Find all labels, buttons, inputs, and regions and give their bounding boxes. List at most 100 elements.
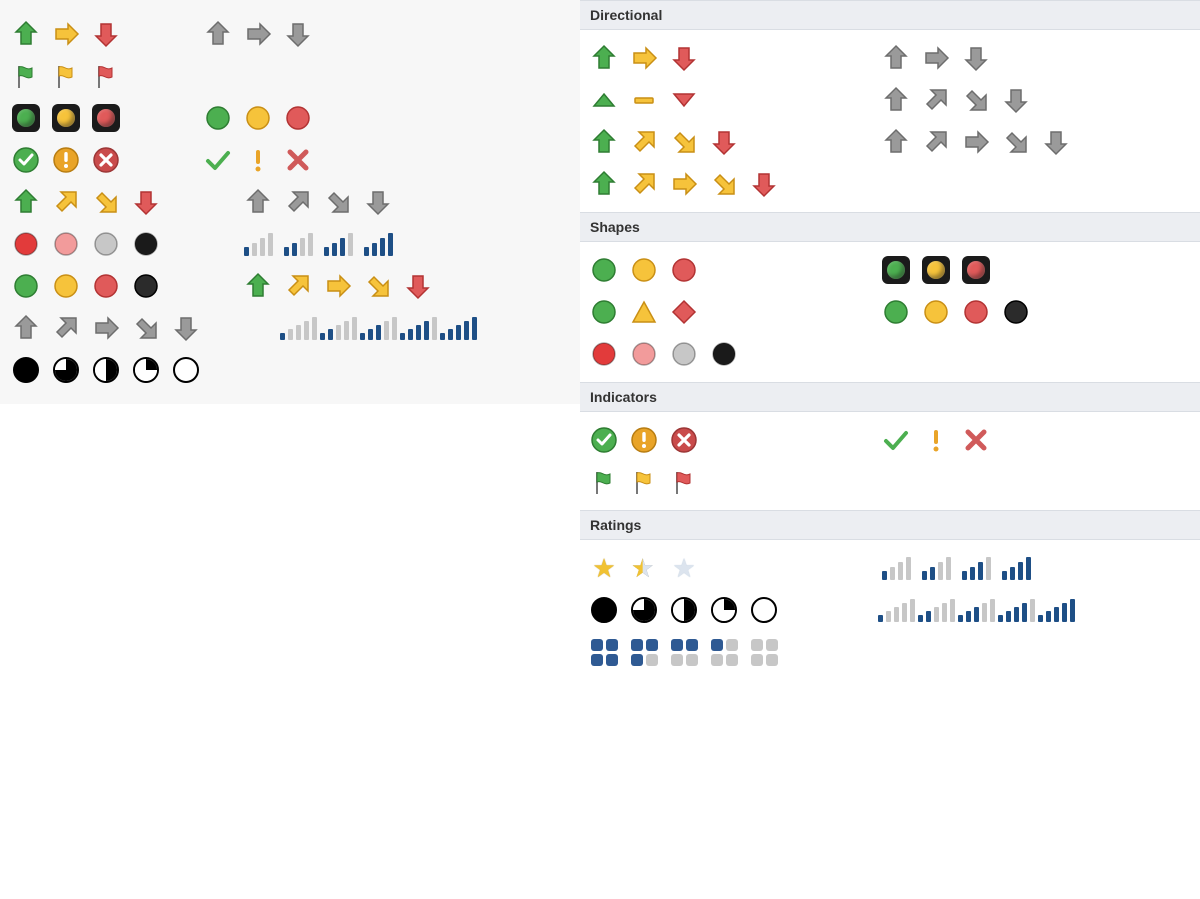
bars5-1-icon[interactable] [922, 596, 950, 624]
circle-green-icon[interactable] [12, 272, 40, 300]
arrow-right-yellow-icon[interactable] [630, 44, 658, 72]
icon-set[interactable] [882, 44, 990, 72]
bars5-2-icon[interactable] [364, 314, 392, 342]
traffic-green-icon[interactable] [12, 104, 40, 132]
triangle-yellow-icon[interactable] [630, 298, 658, 326]
icon-set[interactable] [590, 638, 778, 666]
circle-green-icon[interactable] [882, 298, 910, 326]
box4-1-icon[interactable] [710, 638, 738, 666]
symbol-check-circled-icon[interactable] [590, 426, 618, 454]
icon-set[interactable] [12, 62, 120, 90]
arrow-downright-yellow-icon[interactable] [710, 170, 738, 198]
icon-set[interactable] [12, 314, 200, 342]
bars5-3-icon[interactable] [1002, 596, 1030, 624]
pie-75-icon[interactable] [630, 596, 658, 624]
bars5-2-icon[interactable] [962, 596, 990, 624]
icon-set[interactable] [204, 146, 312, 174]
arrow-down-gray-icon[interactable] [1002, 86, 1030, 114]
pie-100-icon[interactable] [590, 596, 618, 624]
icon-set[interactable] [882, 596, 1070, 624]
icon-set[interactable] [590, 298, 698, 326]
traffic-green-icon[interactable] [882, 256, 910, 284]
arrow-right-gray-icon[interactable] [92, 314, 120, 342]
circle-green-icon[interactable] [590, 256, 618, 284]
arrow-upright-yellow-icon[interactable] [630, 128, 658, 156]
icon-set[interactable] [284, 314, 472, 342]
icon-set[interactable] [244, 230, 392, 258]
icon-set[interactable] [590, 44, 698, 72]
icon-set[interactable] [882, 426, 990, 454]
bars4-4-icon[interactable] [1002, 554, 1030, 582]
icon-set[interactable] [12, 104, 120, 132]
box4-2-icon[interactable] [670, 638, 698, 666]
arrow-upright-gray-icon[interactable] [922, 86, 950, 114]
pie-75-icon[interactable] [52, 356, 80, 384]
circle-red-icon[interactable] [670, 256, 698, 284]
icon-set[interactable] [244, 188, 392, 216]
symbol-exclaim-circled-icon[interactable] [630, 426, 658, 454]
icon-set[interactable] [590, 426, 698, 454]
traffic-red-icon[interactable] [962, 256, 990, 284]
pie-100-icon[interactable] [12, 356, 40, 384]
dash-yellow-icon[interactable] [630, 86, 658, 114]
flag-yellow-icon[interactable] [52, 62, 80, 90]
bars4-1-icon[interactable] [244, 230, 272, 258]
tri-up-green-icon[interactable] [590, 86, 618, 114]
arrow-upright-yellow-icon[interactable] [284, 272, 312, 300]
icon-set[interactable] [590, 256, 698, 284]
icon-set[interactable] [590, 468, 698, 496]
traffic-yellow-icon[interactable] [922, 256, 950, 284]
flag-red-icon[interactable] [670, 468, 698, 496]
bars4-3-icon[interactable] [962, 554, 990, 582]
bars5-3-icon[interactable] [404, 314, 432, 342]
arrow-down-gray-icon[interactable] [172, 314, 200, 342]
arrow-down-red-icon[interactable] [404, 272, 432, 300]
icon-set[interactable] [12, 272, 160, 300]
pie-0-icon[interactable] [750, 596, 778, 624]
arrow-upright-yellow-icon[interactable] [630, 170, 658, 198]
arrow-up-gray-icon[interactable] [882, 44, 910, 72]
tri-down-red-icon[interactable] [670, 86, 698, 114]
ball-black-icon[interactable] [132, 230, 160, 258]
symbol-exclaim-icon[interactable] [922, 426, 950, 454]
bars5-1-icon[interactable] [324, 314, 352, 342]
symbol-exclaim-icon[interactable] [244, 146, 272, 174]
arrow-down-red-icon[interactable] [710, 128, 738, 156]
bars4-2-icon[interactable] [284, 230, 312, 258]
arrow-up-gray-icon[interactable] [12, 314, 40, 342]
arrow-up-green-icon[interactable] [244, 272, 272, 300]
circle-black-icon[interactable] [1002, 298, 1030, 326]
icon-set[interactable] [12, 20, 120, 48]
flag-green-icon[interactable] [590, 468, 618, 496]
arrow-up-green-icon[interactable] [590, 128, 618, 156]
arrow-right-yellow-icon[interactable] [52, 20, 80, 48]
arrow-down-gray-icon[interactable] [962, 44, 990, 72]
bars5-0-icon[interactable] [284, 314, 312, 342]
circle-yellow-icon[interactable] [922, 298, 950, 326]
arrow-downright-gray-icon[interactable] [962, 86, 990, 114]
arrow-up-green-icon[interactable] [590, 170, 618, 198]
flag-red-icon[interactable] [92, 62, 120, 90]
symbol-check-icon[interactable] [204, 146, 232, 174]
ball-red-icon[interactable] [590, 340, 618, 368]
arrow-downright-yellow-icon[interactable] [364, 272, 392, 300]
circle-yellow-icon[interactable] [244, 104, 272, 132]
arrow-up-gray-icon[interactable] [882, 86, 910, 114]
ball-silver-icon[interactable] [92, 230, 120, 258]
arrow-up-green-icon[interactable] [12, 188, 40, 216]
star-full-icon[interactable]: ★ [590, 554, 618, 582]
arrow-upright-gray-icon[interactable] [284, 188, 312, 216]
ball-black-icon[interactable] [710, 340, 738, 368]
icon-set[interactable] [882, 256, 990, 284]
star-half-icon[interactable]: ★ [630, 554, 658, 582]
icon-set[interactable] [882, 554, 1030, 582]
circle-red-icon[interactable] [284, 104, 312, 132]
arrow-up-gray-icon[interactable] [244, 188, 272, 216]
box4-4-icon[interactable] [590, 638, 618, 666]
arrow-down-gray-icon[interactable] [364, 188, 392, 216]
pie-25-icon[interactable] [710, 596, 738, 624]
ball-silver-icon[interactable] [670, 340, 698, 368]
icon-set[interactable] [590, 86, 698, 114]
icon-set[interactable] [590, 596, 778, 624]
traffic-yellow-icon[interactable] [52, 104, 80, 132]
